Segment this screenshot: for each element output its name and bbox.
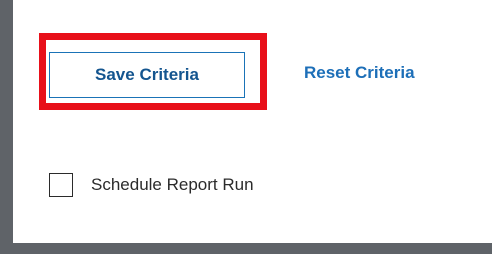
schedule-report-label[interactable]: Schedule Report Run [91,175,254,195]
reset-criteria-link[interactable]: Reset Criteria [304,63,415,83]
save-criteria-button[interactable]: Save Criteria [49,52,245,98]
criteria-panel: Save Criteria Reset Criteria Schedule Re… [13,0,492,243]
schedule-report-checkbox[interactable] [49,173,73,197]
schedule-report-row[interactable]: Schedule Report Run [49,173,254,197]
